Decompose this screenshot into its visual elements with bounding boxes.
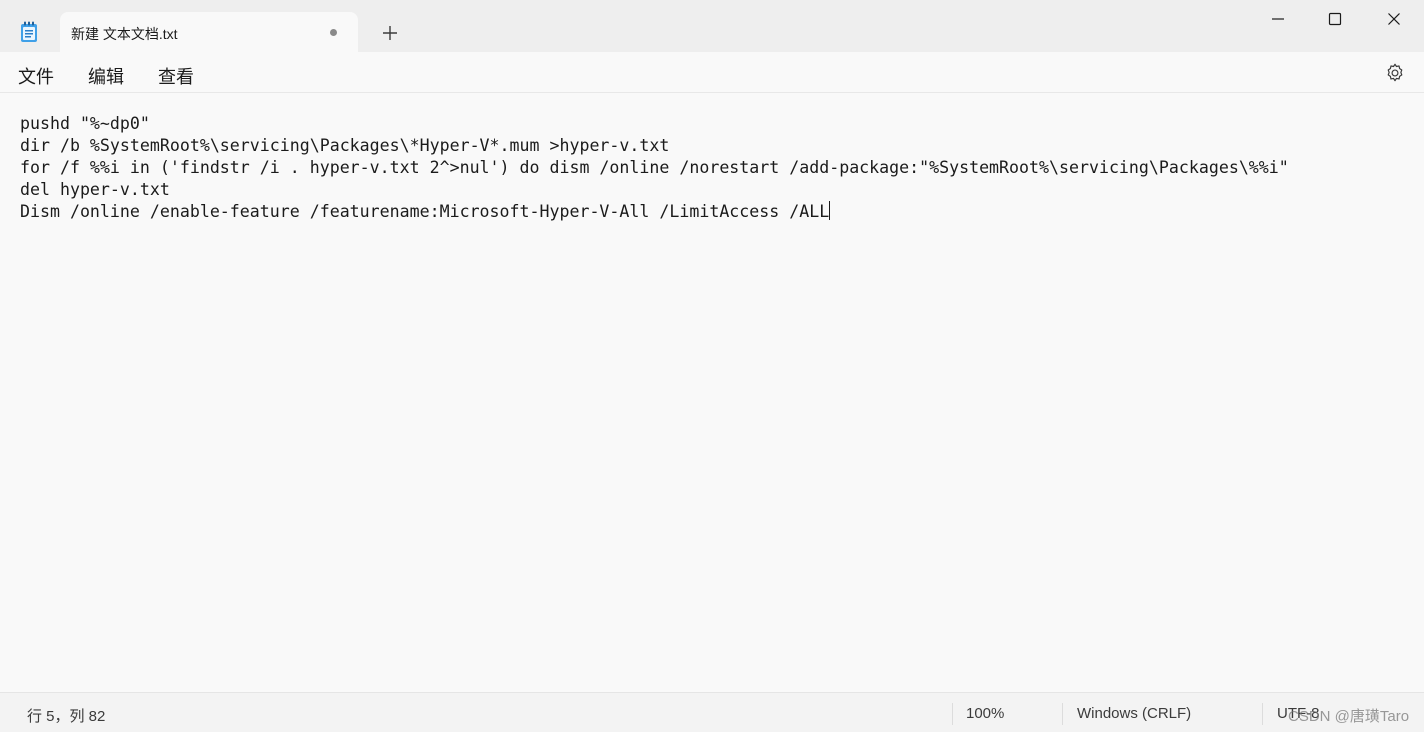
close-icon[interactable] (1365, 0, 1423, 38)
watermark: CSDN @唐璜Taro (1288, 708, 1410, 725)
text-editor[interactable]: pushd "%~dp0" dir /b %SystemRoot%\servic… (0, 93, 1424, 692)
menu-edit[interactable]: 编辑 (88, 63, 124, 89)
status-divider (952, 703, 953, 725)
minimize-icon[interactable] (1249, 0, 1307, 38)
menu-view[interactable]: 查看 (158, 63, 194, 89)
status-divider (1062, 703, 1063, 725)
gear-icon[interactable] (1384, 62, 1406, 84)
text-caret (829, 201, 831, 220)
status-divider (1262, 703, 1263, 725)
notepad-icon (20, 21, 38, 43)
menu-bar: 文件 编辑 查看 (0, 52, 1424, 93)
plus-icon[interactable] (379, 22, 401, 44)
editor-line: dir /b %SystemRoot%\servicing\Packages\*… (20, 136, 670, 155)
tab-title: 新建 文本文档.txt (71, 26, 178, 42)
editor-line: del hyper-v.txt (20, 180, 170, 199)
cursor-position: 行 5，列 82 (27, 708, 106, 725)
line-ending[interactable]: Windows (CRLF) (1077, 705, 1191, 722)
modified-dot-icon[interactable] (330, 29, 337, 36)
editor-line: pushd "%~dp0" (20, 114, 150, 133)
editor-line-text: Dism /online /enable-feature /featurenam… (20, 202, 830, 221)
editor-line-current: Dism /online /enable-feature /featurenam… (20, 201, 831, 223)
zoom-level[interactable]: 100% (966, 705, 1004, 722)
status-bar: 行 5，列 82 100% Windows (CRLF) UTF-8 (0, 692, 1424, 732)
maximize-icon[interactable] (1306, 0, 1364, 38)
document-tab[interactable]: 新建 文本文档.txt (60, 12, 358, 52)
menu-file[interactable]: 文件 (18, 63, 54, 89)
editor-line: for /f %%i in ('findstr /i . hyper-v.txt… (20, 158, 1289, 177)
title-bar[interactable]: 新建 文本文档.txt (0, 0, 1424, 52)
